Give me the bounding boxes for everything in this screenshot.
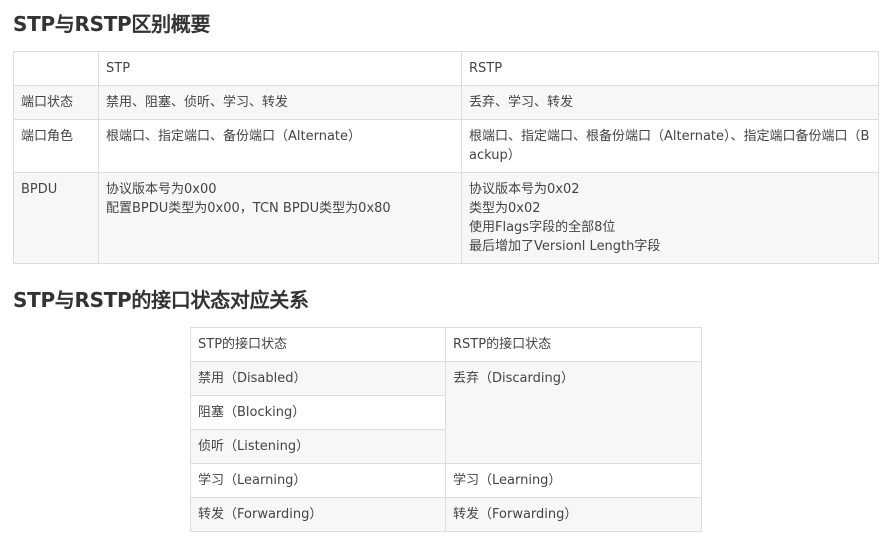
row-label: BPDU bbox=[13, 172, 99, 264]
table-row-port-state: 端口状态 禁用、阻塞、侦听、学习、转发 丢弃、学习、转发 bbox=[13, 85, 879, 120]
rstp-state-cell: 转发（Forwarding） bbox=[445, 497, 702, 532]
rstp-cell: 协议版本号为0x02 类型为0x02 使用Flags字段的全部8位 最后增加了V… bbox=[461, 172, 879, 264]
stp-cell: 禁用、阻塞、侦听、学习、转发 bbox=[98, 85, 462, 120]
rstp-state-cell: 丢弃（Discarding） bbox=[445, 361, 702, 464]
port-state-mapping-table: STP的接口状态 RSTP的接口状态 禁用（Disabled） 丢弃（Disca… bbox=[190, 327, 702, 532]
row-label: 端口角色 bbox=[13, 119, 99, 173]
stp-cell: 协议版本号为0x00 配置BPDU类型为0x00，TCN BPDU类型为0x80 bbox=[98, 172, 462, 264]
header-cell-rstp-states: RSTP的接口状态 bbox=[445, 327, 702, 362]
stp-cell: 根端口、指定端口、备份端口（Alternate） bbox=[98, 119, 462, 173]
table-row-port-role: 端口角色 根端口、指定端口、备份端口（Alternate） 根端口、指定端口、根… bbox=[13, 119, 879, 173]
header-cell-stp-states: STP的接口状态 bbox=[190, 327, 446, 362]
header-cell-rstp: RSTP bbox=[461, 51, 879, 86]
table-header-row: STP的接口状态 RSTP的接口状态 bbox=[190, 327, 702, 362]
cell-line: 类型为0x02 bbox=[469, 201, 541, 216]
cell-line: 协议版本号为0x00 bbox=[106, 182, 217, 197]
header-cell-stp: STP bbox=[98, 51, 462, 86]
row-label: 端口状态 bbox=[13, 85, 99, 120]
cell-line: 丢弃、学习、转发 bbox=[469, 95, 574, 110]
rstp-cell: 丢弃、学习、转发 bbox=[461, 85, 879, 120]
cell-line: 配置BPDU类型为0x00，TCN BPDU类型为0x80 bbox=[106, 201, 391, 216]
stp-state-cell: 学习（Learning） bbox=[190, 463, 446, 498]
stp-state-cell: 阻塞（Blocking） bbox=[190, 395, 446, 430]
stp-state-cell: 转发（Forwarding） bbox=[190, 497, 446, 532]
rstp-state-cell: 学习（Learning） bbox=[445, 463, 702, 498]
stp-state-cell: 禁用（Disabled） bbox=[190, 361, 446, 396]
stp-state-cell: 侦听（Listening） bbox=[190, 429, 446, 464]
table-row: 转发（Forwarding） 转发（Forwarding） bbox=[190, 497, 702, 532]
table-row: 禁用（Disabled） 丢弃（Discarding） bbox=[190, 361, 702, 464]
table-row: 学习（Learning） 学习（Learning） bbox=[190, 463, 702, 498]
cell-line: 根端口、指定端口、备份端口（Alternate） bbox=[106, 129, 362, 144]
cell-line: 使用Flags字段的全部8位 bbox=[469, 220, 616, 235]
section-title-state-mapping: STP与RSTP的接口状态对应关系 bbox=[13, 288, 309, 312]
table-row-bpdu: BPDU 协议版本号为0x00 配置BPDU类型为0x00，TCN BPDU类型… bbox=[13, 172, 879, 264]
header-cell-empty bbox=[13, 51, 99, 86]
table-header-row: STP RSTP bbox=[13, 51, 879, 86]
stp-rstp-comparison-table: STP RSTP 端口状态 禁用、阻塞、侦听、学习、转发 丢弃、学习、转发 端口… bbox=[13, 51, 879, 264]
rstp-cell: 根端口、指定端口、根备份端口（Alternate）、指定端口备份端口（Backu… bbox=[461, 119, 879, 173]
cell-line: 最后增加了Versionl Length字段 bbox=[469, 239, 661, 254]
cell-line: 协议版本号为0x02 bbox=[469, 182, 580, 197]
section-title-differences: STP与RSTP区别概要 bbox=[13, 12, 211, 36]
cell-line: 根端口、指定端口、根备份端口（Alternate）、指定端口备份端口（Backu… bbox=[469, 129, 870, 163]
cell-line: 禁用、阻塞、侦听、学习、转发 bbox=[106, 95, 289, 110]
